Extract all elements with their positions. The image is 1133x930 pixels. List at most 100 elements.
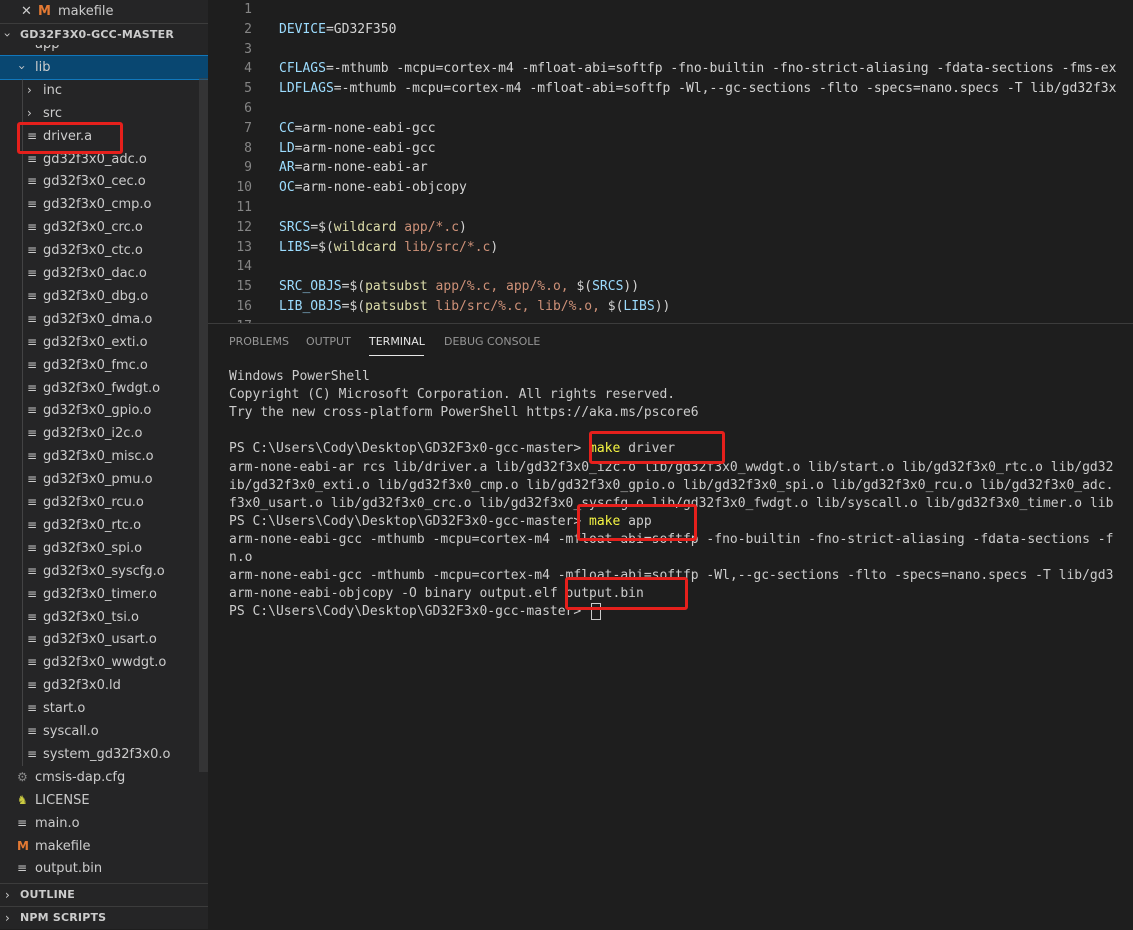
npm-scripts-section-header[interactable]: › NPM SCRIPTS xyxy=(0,906,208,929)
sidebar-scrollbar[interactable] xyxy=(199,78,208,772)
tree-folder-inc[interactable]: › inc xyxy=(0,79,208,102)
line-number: 2 xyxy=(244,21,252,37)
tree-item-label: gd32f3x0_timer.o xyxy=(43,586,157,602)
tree-item-label: gd32f3x0_cmp.o xyxy=(43,197,152,213)
lines-icon: ≡ xyxy=(27,701,38,716)
tree-file[interactable]: ≡ gd32f3x0_tsi.o xyxy=(0,606,208,629)
terminal-output-line: Try the new cross-platform PowerShell ht… xyxy=(229,405,699,421)
tree-item-label: app xyxy=(35,45,59,56)
tree-file[interactable]: ≡ gd32f3x0_fwdgt.o xyxy=(0,377,208,400)
tree-file[interactable]: ≡ main.o xyxy=(0,812,208,835)
terminal-output-line: n.o xyxy=(229,550,253,565)
lines-icon: ≡ xyxy=(17,815,28,830)
tab-terminal[interactable]: TERMINAL xyxy=(369,335,425,348)
tree-file[interactable]: ≡ gd32f3x0_syscfg.o xyxy=(0,560,208,583)
tree-file[interactable]: ≡ gd32f3x0_gpio.o xyxy=(0,399,208,422)
tree-item-label: gd32f3x0_misc.o xyxy=(43,449,154,465)
lines-icon: ≡ xyxy=(27,724,38,738)
tree-file[interactable]: ≡ gd32f3x0_cmp.o xyxy=(0,193,208,216)
line-number: 5 xyxy=(244,81,252,97)
code-line: 15 SRC_OBJS=$(patsubst app/%.c, app/%.o, … xyxy=(208,277,1133,297)
tree-file[interactable]: ≡ gd32f3x0_pmu.o xyxy=(0,468,208,491)
code-line: 2 DEVICE=GD32F350 xyxy=(208,20,1133,40)
lines-icon: ≡ xyxy=(27,517,38,532)
tree-file[interactable]: ≡ gd32f3x0_ctc.o xyxy=(0,239,208,262)
tree-file[interactable]: ≡ gd32f3x0_timer.o xyxy=(0,583,208,606)
code-line: 14 xyxy=(208,257,1133,277)
tree-item-label: gd32f3x0_dac.o xyxy=(43,266,147,281)
tree-file[interactable]: ≡ system_gd32f3x0.o xyxy=(0,743,208,766)
tree-file[interactable]: ≡ gd32f3x0_fmc.o xyxy=(0,354,208,377)
tree-file[interactable]: ≡ gd32f3x0_rtc.o xyxy=(0,514,208,537)
tree-item-label: gd32f3x0_spi.o xyxy=(43,540,143,556)
tree-item-label: gd32f3x0_wwdgt.o xyxy=(43,655,167,671)
tree-file[interactable]: ≡ gd32f3x0_dma.o xyxy=(0,308,208,331)
outline-title: OUTLINE xyxy=(20,888,76,901)
lines-icon: ≡ xyxy=(27,472,38,487)
tree-item-label: gd32f3x0.ld xyxy=(43,678,121,694)
lines-icon: ≡ xyxy=(27,655,38,670)
tree-file[interactable]: ≡ gd32f3x0_dac.o xyxy=(0,262,208,285)
line-number: 3 xyxy=(244,41,252,57)
highlight-box-output-bin xyxy=(565,577,688,610)
tree-file[interactable]: ♞ LICENSE xyxy=(0,789,208,812)
tree-item-label: gd32f3x0_dma.o xyxy=(43,311,153,327)
code-line: 11 xyxy=(208,198,1133,218)
tree-item-label: gd32f3x0_usart.o xyxy=(43,632,157,648)
lines-icon: ≡ xyxy=(27,266,38,280)
code-text: AR=arm-none-eabi-ar xyxy=(279,160,428,176)
open-editor-item[interactable]: ✕ M makefile xyxy=(0,0,208,23)
code-line: 10 OC=arm-none-eabi-objcopy xyxy=(208,178,1133,198)
code-text: OC=arm-none-eabi-objcopy xyxy=(279,180,467,196)
line-number: 13 xyxy=(236,239,252,255)
tree-item-label: syscall.o xyxy=(43,724,99,739)
tree-item-label: gd32f3x0_i2c.o xyxy=(43,426,143,442)
tree-file[interactable]: ≡ gd32f3x0_cec.o xyxy=(0,170,208,193)
line-number: 11 xyxy=(236,200,252,215)
code-line: 8 LD=arm-none-eabi-gcc xyxy=(208,139,1133,159)
tree-file[interactable]: ≡ syscall.o xyxy=(0,720,208,743)
tree-file[interactable]: ≡ gd32f3x0_usart.o xyxy=(0,628,208,651)
tab-debug-console[interactable]: DEBUG CONSOLE xyxy=(444,335,540,348)
tree-file[interactable]: ≡ gd32f3x0_exti.o xyxy=(0,331,208,354)
tree-item-label: makefile xyxy=(35,838,91,854)
close-icon[interactable]: ✕ xyxy=(21,0,32,23)
tab-problems[interactable]: PROBLEMS xyxy=(229,335,289,348)
lines-icon: ≡ xyxy=(27,288,38,303)
tree-item-app[interactable]: app xyxy=(0,45,208,56)
outline-section-header[interactable]: › OUTLINE xyxy=(0,883,208,906)
open-editor-label: makefile xyxy=(58,4,114,19)
lines-icon: ≡ xyxy=(17,861,28,876)
line-number: 6 xyxy=(244,101,252,116)
tree-file[interactable]: ⚙ cmsis-dap.cfg xyxy=(0,766,208,789)
tree-item-label: cmsis-dap.cfg xyxy=(35,769,126,785)
tree-file[interactable]: ≡ gd32f3x0_rcu.o xyxy=(0,491,208,514)
chevron-down-icon: › xyxy=(0,32,15,38)
tree-file[interactable]: ≡ gd32f3x0_i2c.o xyxy=(0,422,208,445)
lines-icon: ≡ xyxy=(27,609,38,624)
tree-file[interactable]: ≡ start.o xyxy=(0,697,208,720)
project-folder-header[interactable]: › GD32F3X0-GCC-MASTER xyxy=(0,23,208,46)
code-editor[interactable]: 1 2 DEVICE=GD32F350 3 4 CFLAGS=-mthumb -mcpu=… xyxy=(208,0,1133,323)
tree-folder-lib[interactable]: › lib xyxy=(0,54,208,80)
line-number: 7 xyxy=(244,120,252,136)
tree-file[interactable]: ≡ gd32f3x0_spi.o xyxy=(0,537,208,560)
makefile-icon: M xyxy=(38,4,51,19)
tree-file[interactable]: ≡ gd32f3x0_wwdgt.o xyxy=(0,651,208,674)
tab-output[interactable]: OUTPUT xyxy=(306,335,351,348)
chevron-right-icon: › xyxy=(5,888,10,902)
makefile-icon: M xyxy=(17,838,29,853)
tree-file[interactable]: ≡ gd32f3x0_crc.o xyxy=(0,216,208,239)
tree-file[interactable]: Mmakefile xyxy=(0,835,208,858)
code-line: 9 AR=arm-none-eabi-ar xyxy=(208,158,1133,178)
indent-guide xyxy=(22,78,23,766)
tree-item-label: gd32f3x0_rcu.o xyxy=(43,495,144,510)
tree-item-label: gd32f3x0_exti.o xyxy=(43,334,148,350)
code-text: LDFLAGS=-mthumb -mcpu=cortex-m4 -mfloat-… xyxy=(279,81,1117,97)
tree-file[interactable]: ≡ gd32f3x0_dbg.o xyxy=(0,285,208,308)
tree-item-label: gd32f3x0_cec.o xyxy=(43,174,146,190)
lines-icon: ≡ xyxy=(27,311,38,326)
tree-file[interactable]: ≡ gd32f3x0.ld xyxy=(0,674,208,697)
tree-file[interactable]: ≡ output.bin xyxy=(0,857,208,880)
tree-file[interactable]: ≡ gd32f3x0_misc.o xyxy=(0,445,208,468)
